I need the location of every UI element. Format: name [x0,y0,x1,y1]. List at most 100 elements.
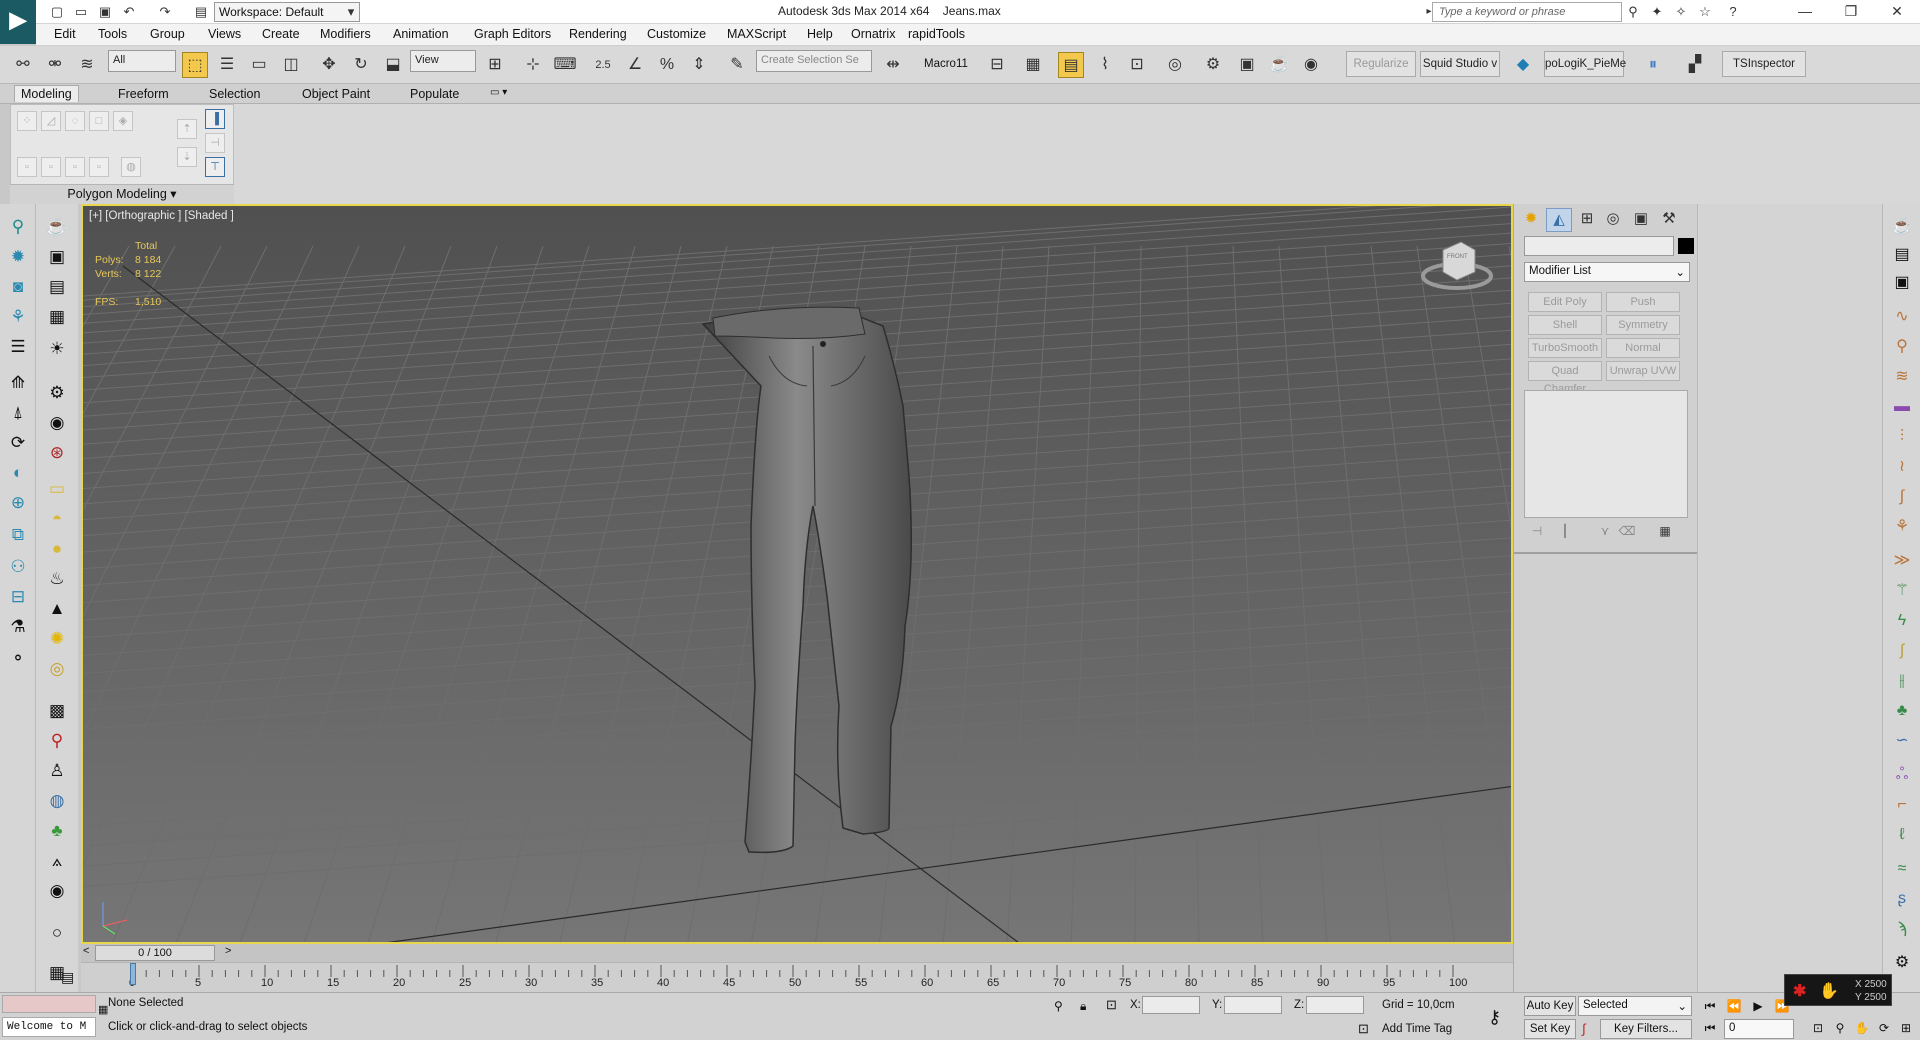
project-folder-icon[interactable]: ▤ [192,3,210,21]
named-selection-dropdown[interactable]: Create Selection Se [756,50,872,72]
magnet-icon[interactable]: ⚲ [44,728,70,754]
maxscript-welcome[interactable]: Welcome to M [2,1017,96,1037]
hair-curl-icon[interactable]: ∿ [1889,304,1915,330]
favorites-star-icon[interactable]: ☆ [1696,3,1714,21]
reel-icon[interactable]: ⊛ [44,440,70,466]
make-unique-icon[interactable]: ⋎ [1596,524,1614,542]
menu-edit[interactable]: Edit [54,27,76,41]
macro-button[interactable]: Macro11 [924,58,968,70]
key-filters-button[interactable]: Key Filters... [1600,1019,1692,1039]
time-tag-icon[interactable]: ⊡ [1358,1021,1369,1037]
rectangle-icon[interactable]: ▭ [44,476,70,502]
previous-frame-icon[interactable]: ⏪ [1724,997,1744,1015]
communication-icon[interactable]: ✧ [1672,3,1690,21]
spinner-snap-icon[interactable]: ⇕ [686,52,712,78]
add-time-tag[interactable]: Add Time Tag [1382,1023,1452,1035]
subscription-icon[interactable]: ✦ [1648,3,1666,21]
hair-gravity-icon[interactable]: ʃ [1889,638,1915,664]
ribbon-options-icon[interactable]: ▭ ▾ [484,86,513,99]
ribbon-tool-3-icon[interactable]: ▫ [65,157,85,177]
plugin-blue-icon[interactable]: ◆ [1510,52,1536,78]
clone-icon[interactable]: ⧉ [5,522,31,548]
scene-explorer-icon[interactable]: ▤ [1058,52,1084,78]
scale-icon[interactable]: ⬓ [380,52,406,78]
menu-maxscript[interactable]: MAXScript [727,27,786,41]
hair-root-icon[interactable]: ⚘ [1889,514,1915,540]
document-icon[interactable]: ▤ [44,274,70,300]
layer-manager-icon[interactable]: ▦ [1020,52,1046,78]
hair-wind-icon[interactable]: ≈ [1889,856,1915,882]
hair-leaf-icon[interactable]: ℓ [1889,822,1915,848]
group-icon[interactable]: ⚇ [5,554,31,580]
hair-frizz-icon[interactable]: ⚚ [1889,578,1915,604]
modify-tab-icon[interactable]: ◭ [1546,208,1572,232]
menu-rapidtools[interactable]: rapidTools [908,27,965,41]
show-end-result-icon[interactable]: ┃ [1556,524,1574,542]
white-sphere-icon[interactable]: ○ [44,920,70,946]
help-icon[interactable]: ? [1724,3,1742,21]
menu-create[interactable]: Create [262,27,300,41]
symmetry-button[interactable]: Symmetry [1606,315,1680,335]
time-slider-thumb[interactable]: 0 / 100 [95,945,215,961]
menu-graph-editors[interactable]: Graph Editors [474,27,551,41]
tab-populate[interactable]: Populate [404,86,465,102]
object-name-field[interactable] [1524,236,1674,256]
sunlight-icon[interactable]: ✺ [44,626,70,652]
element-icon[interactable]: ◈ [113,111,133,131]
menu-views[interactable]: Views [208,27,241,41]
make-unique-icon[interactable]: ⊤ [205,157,225,177]
link-icon[interactable]: ⚯ [10,52,36,78]
pologik-pieme-button[interactable]: poLogiK_PieMe [1544,51,1626,77]
menu-ornatrix[interactable]: Ornatrix [851,27,895,41]
app-logo[interactable]: ▶ [0,0,36,44]
hair-strand-group-icon[interactable]: ϟ [1889,608,1915,634]
create-tab-icon[interactable]: ✹ [1518,208,1544,232]
object-color-swatch[interactable] [1678,238,1694,254]
redo-icon[interactable]: ↷ [156,3,174,21]
orbit-icon[interactable]: ⟳ [1874,1019,1894,1037]
save-file-icon[interactable]: ▣ [96,3,114,21]
hair-loop-icon[interactable]: ∽ [1889,728,1915,754]
new-file-icon[interactable]: ▢ [48,3,66,21]
workspace-dropdown[interactable]: Workspace: Default [214,2,360,22]
binoculars-icon[interactable]: ⚲ [1624,3,1642,21]
current-frame-input[interactable]: 0 [1724,1019,1794,1039]
pivot-center-icon[interactable]: ⊞ [482,52,508,78]
menu-modifiers[interactable]: Modifiers [320,27,371,41]
hair-clump-icon[interactable]: ≫ [1889,548,1915,574]
play-icon[interactable]: ▶ [1748,997,1768,1015]
display-tab-icon[interactable]: ▣ [1628,208,1654,232]
minimize-icon[interactable]: — [1784,0,1826,24]
set-key-button[interactable]: Set Key [1524,1019,1576,1039]
table-icon[interactable]: ▦ [44,304,70,330]
track-bar[interactable]: ▤ 05101520253035404550556065707580859095… [61,962,1513,992]
hair-curve-icon[interactable]: ∫ [1889,484,1915,510]
hair-strands-icon[interactable]: ≋ [1889,364,1915,390]
modify-down-icon[interactable]: ⇣ [177,147,197,167]
hair-brush-icon[interactable]: ▬ [1889,394,1915,420]
render-pot-icon[interactable]: ☕ [1889,214,1915,240]
chevron-down-icon[interactable]: ▾ [342,3,360,21]
hair-hook-icon[interactable]: ⌐ [1889,792,1915,818]
auto-key-button[interactable]: Auto Key [1524,996,1576,1016]
edit-named-selection-icon[interactable]: ✎ [724,52,750,78]
current-frame-marker[interactable] [130,963,136,985]
pin-stack-icon[interactable]: ⊣ [1528,524,1546,542]
quad-chamfer-button[interactable]: Quad Chamfer [1528,361,1602,395]
panel-list-icon[interactable]: ▤ [1889,242,1915,268]
menu-rendering[interactable]: Rendering [569,27,627,41]
border-icon[interactable]: ◌ [65,111,85,131]
push-button[interactable]: Push [1606,292,1680,312]
render-iterative-icon[interactable]: ◉ [1298,52,1324,78]
hair-tentacle-icon[interactable]: ஃ [1889,762,1915,788]
time-slider-next-icon[interactable]: > [225,945,231,957]
ribbon-tool-4-icon[interactable]: ▫ [89,157,109,177]
sun-icon[interactable]: ✹ [5,244,31,270]
undo-icon[interactable]: ↶ [120,3,138,21]
normal-button[interactable]: Normal [1606,338,1680,358]
modifier-list-dropdown[interactable]: Modifier List ⌄ [1524,262,1690,282]
selection-lock-icon[interactable]: 🔒︎ [1080,999,1086,1014]
key-icon[interactable]: ⚷ [1488,1007,1501,1028]
restore-icon[interactable]: ❐ [1830,0,1872,24]
reference-coordinate-dropdown[interactable]: View [410,50,476,72]
